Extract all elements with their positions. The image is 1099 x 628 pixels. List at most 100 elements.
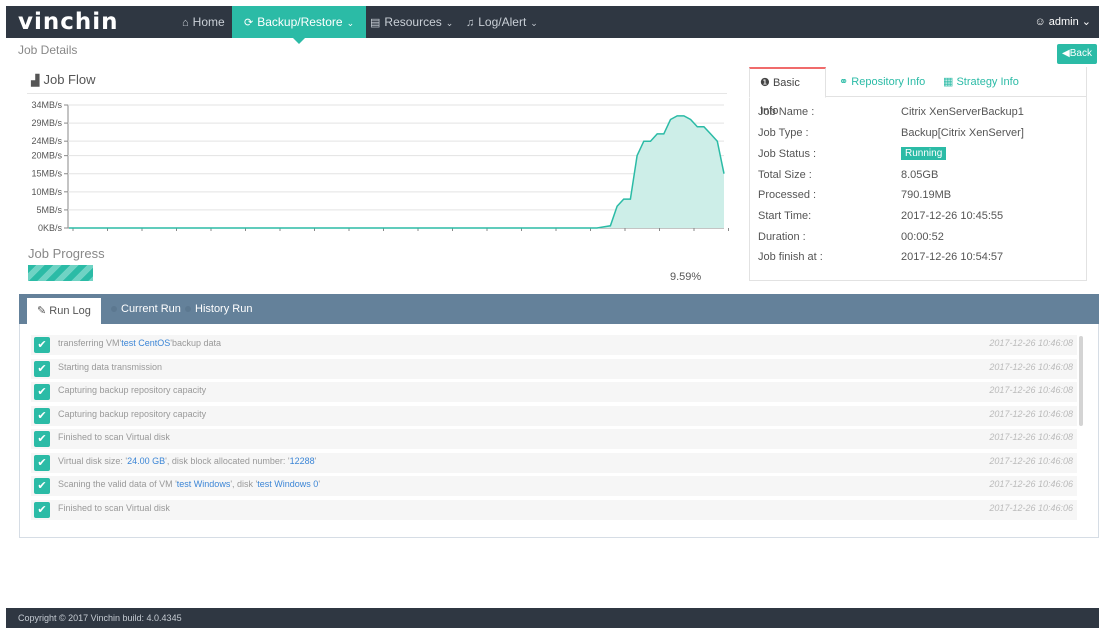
tab-strategy-info[interactable]: ▦ Strategy Info (933, 67, 1029, 97)
log-text: Virtual disk size: ' (58, 455, 128, 466)
tab-run-log-label: Run Log (49, 305, 91, 317)
tab-repository-info[interactable]: ⚭ Repository Info (829, 67, 935, 97)
info-value-duration: 00:00:52 (901, 231, 944, 243)
log-timestamp: 2017-12-26 10:46:08 (989, 361, 1073, 372)
top-navbar: vinchin ⌂ Home ⟳ Backup/Restore ⌄ ▤ Resource… (6, 6, 1099, 44)
check-icon: ✔ (34, 478, 50, 494)
back-button[interactable]: ◀Back (1057, 44, 1097, 64)
history-run-icon (185, 306, 191, 312)
check-icon: ✔ (34, 337, 50, 353)
chevron-down-icon: ⌄ (530, 18, 538, 28)
job-progress-bar (28, 265, 94, 281)
status-badge: Running (901, 147, 947, 160)
info-value-total-size: 8.05GB (901, 169, 939, 181)
y-tick-label: 0KB/s (38, 223, 63, 233)
refresh-icon: ⟳ (244, 17, 254, 29)
log-message: transferring VM'test CentOS'backup data (58, 338, 221, 348)
y-tick-label: 34MB/s (31, 100, 62, 110)
check-icon: ✔ (34, 407, 50, 424)
user-menu[interactable]: ☺ admin ⌄ (1034, 6, 1091, 38)
y-tick-label: 20MB/s (31, 151, 62, 161)
check-icon: ✔ (34, 501, 50, 518)
arrow-left-icon: ◀ (1062, 48, 1070, 59)
tab-strategy-info-label: Strategy Info (956, 76, 1019, 88)
tab-basic-info[interactable]: ❶ Basic Info (749, 67, 826, 117)
nav-home[interactable]: ⌂ Home (170, 6, 237, 38)
user-icon: ☺ (1034, 16, 1046, 28)
log-entry: ✔ Starting data transmission 2017-12-26 10… (31, 358, 1077, 379)
log-message: Starting data transmission (58, 362, 162, 372)
page-title: Job Details (18, 43, 78, 57)
footer: Copyright © 2017 Vinchin build: 4.0.4345 (6, 608, 1099, 628)
info-label-job-type: Job Type : (758, 127, 809, 139)
server-icon: ▤ (370, 17, 381, 29)
y-tick-label: 24MB/s (31, 136, 62, 146)
log-message: Capturing backup repository capacity (58, 385, 206, 395)
home-icon: ⌂ (182, 17, 189, 29)
log-text: Finished to scan Virtual disk (58, 432, 170, 442)
info-value-start-time: 2017-12-26 10:45:55 (901, 210, 1004, 222)
log-text: 'backup data (170, 338, 222, 348)
job-flow-title-text: Job Flow (43, 72, 96, 87)
log-timestamp: 2017-12-26 10:46:08 (989, 455, 1073, 466)
check-icon: ✔ (34, 431, 50, 447)
log-timestamp: 2017-12-26 10:46:08 (989, 338, 1073, 348)
log-entry: ✔ Scaning the valid data of VM 'test Wind… (31, 476, 1077, 496)
log-message: Finished to scan Virtual disk (58, 503, 170, 513)
tab-run-log[interactable]: ✎ Run Log (27, 298, 101, 324)
info-value-job-type: Backup[Citrix XenServer] (901, 127, 1024, 139)
check-icon: ✔ (34, 384, 50, 400)
log-timestamp: 2017-12-26 10:46:08 (989, 408, 1073, 419)
series-area (69, 115, 724, 228)
nav-backup-restore[interactable]: ⟳ Backup/Restore ⌄ (232, 6, 367, 44)
tab-current-run-label: Current Run (121, 303, 181, 315)
vinchin-logo[interactable]: vinchin (18, 9, 119, 35)
info-tabs: ❶ Basic Info ⚭ Repository Info ▦ Strateg… (749, 67, 1087, 117)
info-label-start-time: Start Time: (758, 210, 812, 222)
log-entry: ✔ Finished to scan Virtual disk 2017-12-26… (31, 499, 1077, 520)
info-icon: ❶ (760, 77, 770, 89)
log-text: ', disk block allocated number: ' (165, 455, 290, 466)
nav-log-alert[interactable]: ♫ Log/Alert ⌄ (454, 6, 550, 38)
bell-icon: ♫ (466, 17, 475, 29)
y-tick-label: 29MB/s (31, 118, 62, 128)
nav-backup-restore-label: Backup/Restore (257, 15, 343, 29)
log-text: transferring VM' (58, 338, 122, 348)
calendar-icon: ▦ (943, 76, 954, 88)
log-highlight: test CentOS (121, 338, 171, 348)
tab-history-run[interactable]: History Run (175, 294, 262, 324)
log-text: Scaning the valid data of VM ' (58, 479, 177, 489)
nav-log-alert-label: Log/Alert (478, 15, 527, 29)
nav-resources[interactable]: ▤ Resources ⌄ (358, 6, 465, 38)
log-highlight: test Windows (176, 479, 231, 489)
log-text: Capturing backup repository capacity (58, 385, 207, 395)
log-highlight: test Windows 0 (257, 479, 319, 489)
log-highlight: 24.00 GB (127, 455, 166, 466)
check-icon: ✔ (34, 454, 50, 471)
log-scrollbar[interactable] (1079, 336, 1083, 426)
log-text: Starting data transmission (58, 361, 163, 372)
job-progress-title: Job Progress (28, 246, 105, 261)
chevron-down-icon: ⌄ (445, 18, 454, 28)
log-timestamp: 2017-12-26 10:46:08 (989, 432, 1073, 442)
log-highlight: 12288 (289, 455, 315, 466)
y-tick-label: 5MB/s (36, 205, 62, 215)
log-text: Capturing backup repository capacity (58, 408, 207, 419)
tab-repository-info-label: Repository Info (851, 76, 926, 88)
job-progress-percent: 9.59% (670, 271, 702, 283)
area-chart-icon: ▟ (31, 75, 40, 87)
info-value-job-status: Running (901, 147, 947, 160)
check-icon: ✔ (34, 360, 50, 377)
log-text: Finished to scan Virtual disk (58, 502, 170, 513)
log-text: ' (318, 479, 321, 489)
log-entry: ✔ Finished to scan Virtual disk 2017-12-26… (31, 429, 1077, 449)
log-text: ' (314, 455, 317, 466)
log-timestamp: 2017-12-26 10:46:08 (989, 385, 1073, 395)
info-value-processed: 790.19MB (901, 189, 952, 201)
log-entry: ✔ Capturing backup repository capacity 201… (31, 382, 1077, 402)
info-label-job-name: Job Name : (758, 106, 815, 118)
y-tick-label: 10MB/s (31, 187, 62, 197)
info-label-duration: Duration : (758, 231, 806, 243)
tab-history-run-label: History Run (195, 303, 253, 315)
log-timestamp: 2017-12-26 10:46:06 (989, 479, 1073, 489)
